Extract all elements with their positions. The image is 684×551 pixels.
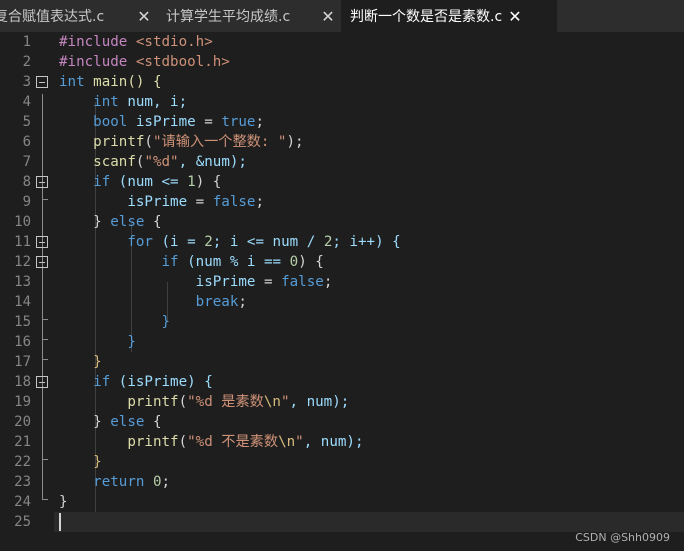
line-number: 1 [22,34,31,50]
line-number: 11 [14,234,31,250]
code-line: 22 } [0,452,684,472]
line-number: 5 [22,114,31,130]
code-line: 21 printf("%d 不是素数\n", num); [0,432,684,452]
code-line: 6 printf("请输入一个整数: "); [0,132,684,152]
code-line: 8 if (num <= 1) { [0,172,684,192]
code-line: 7 scanf("%d", &num); [0,152,684,172]
line-number: 25 [14,514,31,530]
code-line: 25 [0,512,684,532]
tab-label: 判断一个数是否是素数.c [350,9,503,25]
line-number: 18 [14,374,31,390]
code-line: 19 printf("%d 是素数\n", num); [0,392,684,412]
line-number: 4 [22,94,31,110]
line-number: 15 [14,314,31,330]
code-line: 15 } [0,312,684,332]
line-number: 7 [22,154,31,170]
line-number: 24 [14,494,31,510]
code-line: 17 } [0,352,684,372]
line-number: 3 [22,74,31,90]
line-number: 17 [14,354,31,370]
code-line: 3 int main() { [0,72,684,92]
line-number: 10 [14,214,31,230]
line-number: 22 [14,454,31,470]
code-line: 23 return 0; [0,472,684,492]
close-icon[interactable]: ✕ [505,6,525,26]
code-line: 18 if (isPrime) { [0,372,684,392]
line-number: 13 [14,274,31,290]
line-number: 14 [14,294,31,310]
code-line: 9 isPrime = false; [0,192,684,212]
tab-prime-check[interactable]: 判断一个数是否是素数.c ✕ [341,0,557,32]
line-number: 12 [14,254,31,270]
code-line: 11 for (i = 2; i <= num / 2; i++) { [0,232,684,252]
code-line: 14 break; [0,292,684,312]
code-line: 10 } else { [0,212,684,232]
tab-bar: 复合赋值表达式.c ✕ 计算学生平均成绩.c ✕ 判断一个数是否是素数.c ✕ [0,0,684,32]
code-line: 20 } else { [0,412,684,432]
line-number: 19 [14,394,31,410]
tab-label: 计算学生平均成绩.c [166,9,291,25]
close-icon[interactable]: ✕ [134,6,154,26]
tab-compound-assignment[interactable]: 复合赋值表达式.c ✕ [0,0,154,32]
code-line: 13 isPrime = false; [0,272,684,292]
line-number: 6 [22,134,31,150]
tab-label: 复合赋值表达式.c [0,9,105,25]
close-icon[interactable]: ✕ [318,6,338,26]
code-line: 4 int num, i; [0,92,684,112]
line-number: 2 [22,54,31,70]
code-line: 12 if (num % i == 0) { [0,252,684,272]
code-editor[interactable]: 1 #include <stdio.h> 2 #include <stdbool.h… [0,32,684,551]
line-number: 16 [14,334,31,350]
text-caret [59,513,61,531]
watermark: CSDN @Shh0909 [575,531,670,544]
code-line: 5 bool isPrime = true; [0,112,684,132]
line-number: 8 [22,174,31,190]
code-line: 16 } [0,332,684,352]
line-number: 23 [14,474,31,490]
code-line: 2 #include <stdbool.h> [0,52,684,72]
line-number: 20 [14,414,31,430]
line-number: 21 [14,434,31,450]
code-line: 24} [0,492,684,512]
line-number: 9 [22,194,31,210]
tab-average-grades[interactable]: 计算学生平均成绩.c ✕ [166,0,342,32]
code-line: 1 #include <stdio.h> [0,32,684,52]
